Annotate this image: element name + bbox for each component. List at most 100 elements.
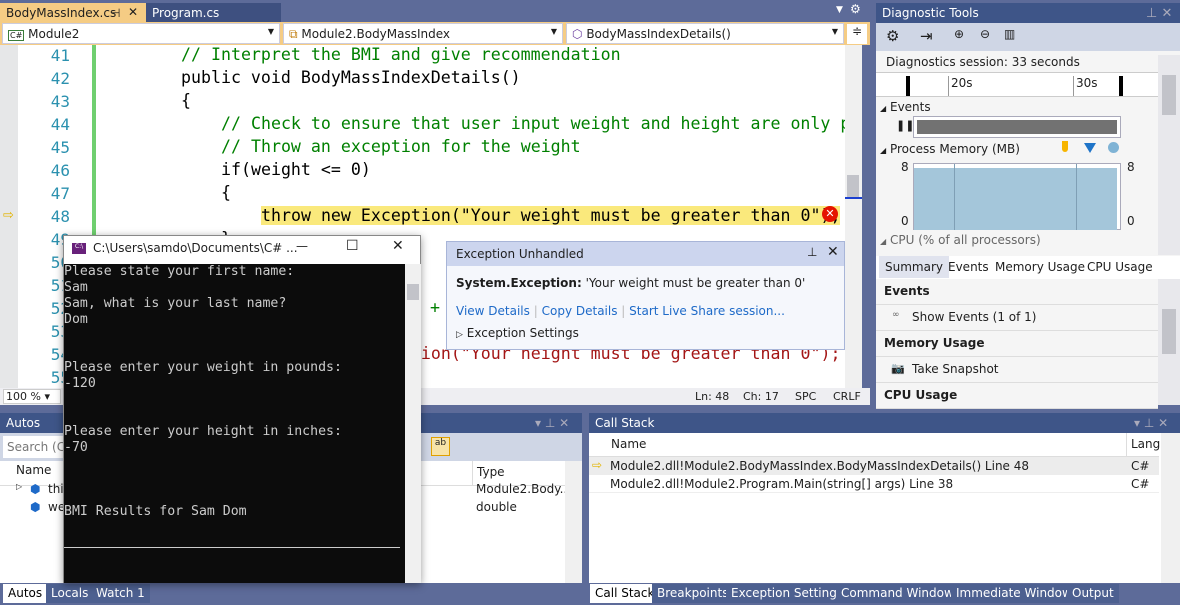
tab-breakpoints[interactable]: Breakpoints xyxy=(652,584,734,603)
chart-icon[interactable]: ▥ xyxy=(1004,27,1015,41)
project-dropdown[interactable]: C# Module2 ▼ xyxy=(2,23,280,44)
take-snapshot-button[interactable]: 📷 Take Snapshot xyxy=(876,357,1158,383)
settings-icon[interactable]: ⚙ xyxy=(886,27,899,45)
minimize-icon[interactable]: — xyxy=(296,239,308,253)
y-axis-max-right: 8 xyxy=(1127,160,1135,174)
zoom-out-icon[interactable]: ⊖ xyxy=(980,27,990,41)
code-line[interactable]: { xyxy=(181,91,191,110)
member-dropdown[interactable]: ⬡ BodyMassIndexDetails() ▼ xyxy=(566,23,844,44)
line-number: 43 xyxy=(50,92,70,111)
close-icon[interactable]: ✕ xyxy=(392,238,404,254)
frame-lang: C# xyxy=(1131,459,1150,473)
panel-title: Call Stack xyxy=(589,413,1180,433)
diag-tabs: Summary Events Memory Usage CPU Usage xyxy=(876,256,1180,279)
line-indicator: Ln: 48 xyxy=(695,390,730,403)
class-label: Module2.BodyMassIndex xyxy=(301,27,451,41)
maximize-icon[interactable]: ☐ xyxy=(346,238,359,254)
whitespace-indicator[interactable]: SPC xyxy=(795,390,816,403)
pin-icon[interactable]: ⊥ xyxy=(807,245,817,259)
pin-icon[interactable]: ▾ ⊥ ✕ xyxy=(1134,416,1168,430)
line-ending-indicator[interactable]: CRLF xyxy=(833,390,861,403)
code-line[interactable]: // Throw an exception for the weight xyxy=(221,137,581,156)
select-tools-icon[interactable]: ⇥ xyxy=(920,27,933,45)
code-line[interactable]: { xyxy=(221,183,231,202)
hex-display-icon[interactable]: ab xyxy=(431,437,450,456)
diag-scrollbar[interactable] xyxy=(1158,55,1180,255)
close-icon[interactable]: ✕ xyxy=(128,5,138,19)
copy-details-link[interactable]: Copy Details xyxy=(542,304,618,318)
live-share-link[interactable]: Start Live Share session... xyxy=(629,304,785,318)
memory-chart[interactable] xyxy=(913,163,1121,230)
zoom-value: 100 % xyxy=(6,390,41,403)
console-scrollbar[interactable] xyxy=(405,264,421,583)
code-line[interactable]: public void BodyMassIndexDetails() xyxy=(181,68,521,87)
tab-program[interactable]: Program.cs xyxy=(146,3,281,23)
tab-cpu-usage[interactable]: CPU Usage xyxy=(1087,260,1153,274)
tab-call-stack[interactable]: Call Stack xyxy=(590,584,660,603)
tab-bodymassindex[interactable]: BodyMassIndex.cs ⊣ ✕ xyxy=(0,3,146,23)
tick-label: 20s xyxy=(948,76,973,96)
line-number: 53 xyxy=(50,322,70,341)
console-window[interactable]: C:\ C:\Users\samdo\Documents\C# ... — ☐ … xyxy=(63,235,421,583)
pause-icon[interactable]: ❚❚ xyxy=(896,119,914,132)
editor-scrollbar[interactable] xyxy=(845,45,862,388)
tab-locals[interactable]: Locals xyxy=(46,584,94,603)
timeline-ruler[interactable]: 20s 30s xyxy=(876,72,1158,97)
view-details-link[interactable]: View Details xyxy=(456,304,530,318)
call-stack-scrollbar[interactable] xyxy=(1161,433,1180,583)
tab-exception-settings[interactable]: Exception Settings xyxy=(726,584,849,603)
object-icon: ⬢ xyxy=(30,482,41,496)
tab-events[interactable]: Events xyxy=(948,260,989,274)
tab-command-window[interactable]: Command Window xyxy=(836,584,959,603)
chevron-down-icon: ▼ xyxy=(267,27,274,36)
line-number: 45 xyxy=(50,138,70,157)
autos-row-type: Module2.Body... xyxy=(476,482,572,496)
exception-title: Exception Unhandled xyxy=(447,242,844,266)
console-output[interactable]: Please state your first name: Sam Sam, wha… xyxy=(64,264,405,583)
tab-memory-usage[interactable]: Memory Usage xyxy=(995,260,1085,274)
exception-settings-toggle[interactable]: ▷ Exception Settings xyxy=(456,326,579,340)
tab-immediate-window[interactable]: Immediate Window xyxy=(951,584,1077,603)
code-line[interactable]: if(weight <= 0) xyxy=(221,160,371,179)
code-line[interactable]: // Check to ensure that user input weigh… xyxy=(221,114,850,133)
tab-summary[interactable]: Summary xyxy=(879,256,949,278)
tick-label: 30s xyxy=(1073,76,1098,96)
tab-output[interactable]: Output xyxy=(1067,584,1119,603)
console-title: C:\Users\samdo\Documents\C# ... xyxy=(93,241,298,255)
summary-scrollbar[interactable] xyxy=(1158,279,1180,405)
class-dropdown[interactable]: ⧉ Module2.BodyMassIndex ▼ xyxy=(283,23,563,44)
code-line[interactable]: throw new Exception("Your weight must be… xyxy=(261,206,841,225)
call-stack-row[interactable]: Module2.dll!Module2.Program.Main(string[… xyxy=(589,475,1159,493)
close-icon[interactable]: ✕ xyxy=(827,244,839,260)
split-icon[interactable]: ≑ xyxy=(847,24,867,44)
show-events-link[interactable]: ∞ Show Events (1 of 1) xyxy=(876,305,1158,331)
event-marker-icon xyxy=(1108,142,1119,153)
pin-icon[interactable]: ▾ ⊥ ✕ xyxy=(535,416,569,430)
code-line[interactable]: // Interpret the BMI and give recommenda… xyxy=(181,45,621,64)
frame-lang: C# xyxy=(1131,477,1150,491)
current-statement-arrow-icon: ⇨ xyxy=(3,208,14,223)
exception-settings-label: Exception Settings xyxy=(466,326,579,340)
expand-icon[interactable]: ▷ xyxy=(16,482,22,491)
pin-icon[interactable]: ⊣ xyxy=(110,6,120,20)
call-stack-row[interactable]: ⇨ Module2.dll!Module2.BodyMassIndex.Body… xyxy=(589,457,1159,475)
console-line: Sam xyxy=(64,280,88,295)
line-number: 41 xyxy=(50,46,70,65)
session-duration: Diagnostics session: 33 seconds xyxy=(886,55,1080,69)
tab-autos[interactable]: Autos xyxy=(3,584,48,603)
pin-icon[interactable]: ⊥ ✕ xyxy=(1146,6,1172,21)
char-indicator: Ch: 17 xyxy=(743,390,779,403)
line-number: 49 xyxy=(50,230,70,249)
zoom-dropdown[interactable]: 100 % ▾ xyxy=(3,389,61,404)
autos-scrollbar[interactable] xyxy=(565,461,582,583)
tab-watch-1[interactable]: Watch 1 xyxy=(91,584,150,603)
column-name: Name xyxy=(16,463,52,477)
snapshot-marker-icon xyxy=(1062,141,1068,152)
camera-icon: 📷 xyxy=(891,362,905,375)
tab-dropdown-icon[interactable]: ▼ xyxy=(836,5,843,15)
zoom-in-icon[interactable]: ⊕ xyxy=(954,27,964,41)
console-line: -120 xyxy=(64,376,96,391)
gear-icon[interactable]: ⚙ xyxy=(850,2,861,16)
cpu-section-label: CPU (% of all processors) xyxy=(889,233,1041,247)
exception-message: 'Your weight must be greater than 0' xyxy=(585,276,806,290)
